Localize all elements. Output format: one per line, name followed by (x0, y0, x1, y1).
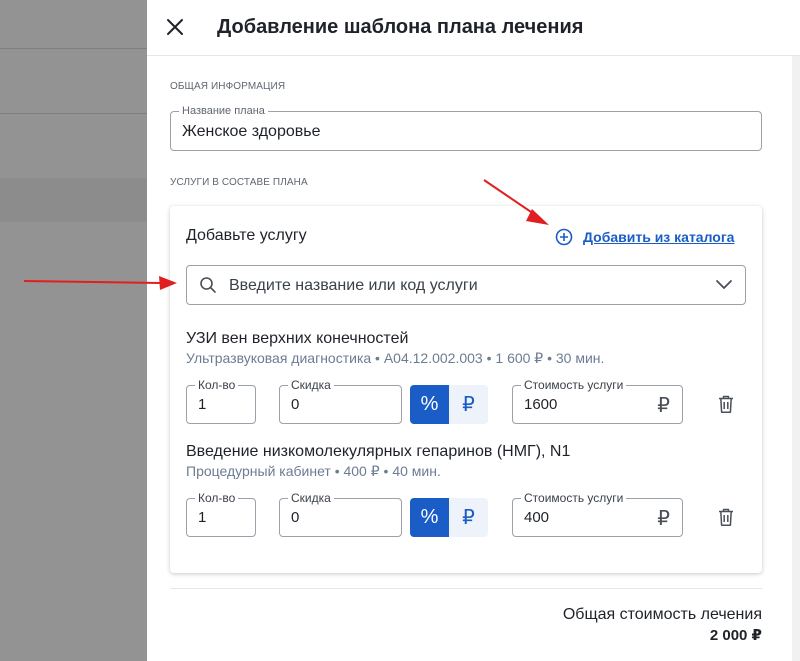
services-card: Добавьте услугу Добавить из каталога Вве… (170, 206, 762, 573)
service-search-input[interactable]: Введите название или код услуги (186, 265, 746, 305)
quantity-value[interactable]: 1 (198, 396, 206, 413)
service-cost-label: Стоимость услуги (521, 378, 627, 392)
service-cost-value[interactable]: 400 (524, 509, 549, 526)
discount-type-toggle: % ₽ (410, 385, 488, 424)
plan-name-label: Название плана (179, 105, 268, 117)
search-icon (200, 277, 216, 293)
ruble-toggle-button[interactable]: ₽ (449, 385, 488, 424)
percent-toggle-button[interactable]: % (410, 498, 449, 537)
discount-type-toggle: % ₽ (410, 498, 488, 537)
total-cost-value: 2 000 ₽ (709, 627, 762, 644)
discount-field[interactable]: Скидка 0 (279, 491, 402, 537)
quantity-value[interactable]: 1 (198, 509, 206, 526)
service-meta: Ультразвуковая диагностика • A04.12.002.… (186, 350, 605, 366)
background-overlay[interactable] (0, 0, 147, 661)
trash-icon[interactable] (717, 507, 735, 527)
add-from-catalog-link[interactable]: Добавить из каталога (583, 229, 734, 245)
close-icon[interactable] (165, 17, 185, 37)
chevron-down-icon[interactable] (715, 279, 733, 291)
section-label-services: УСЛУГИ В СОСТАВЕ ПЛАНА (170, 177, 308, 188)
ruble-icon: ₽ (657, 395, 670, 417)
discount-label: Скидка (288, 491, 334, 505)
background-divider (0, 48, 147, 49)
service-cost-field[interactable]: Стоимость услуги 1600 ₽ (512, 378, 683, 424)
service-cost-value[interactable]: 1600 (524, 396, 557, 413)
service-name: Введение низкомолекулярных гепаринов (НМ… (186, 443, 571, 460)
plan-name-field[interactable]: Название плана Женское здоровье (170, 105, 762, 151)
background-divider (0, 113, 147, 114)
ruble-icon: ₽ (657, 508, 670, 530)
trash-icon[interactable] (717, 394, 735, 414)
quantity-label: Кол-во (195, 378, 239, 392)
discount-value[interactable]: 0 (291, 509, 299, 526)
discount-value[interactable]: 0 (291, 396, 299, 413)
section-label-general: ОБЩАЯ ИНФОРМАЦИЯ (170, 81, 286, 92)
quantity-field[interactable]: Кол-во 1 (186, 491, 256, 537)
total-cost-label: Общая стоимость лечения (562, 606, 762, 623)
service-name: УЗИ вен верхних конечностей (186, 330, 409, 347)
background-row (0, 178, 147, 222)
ruble-toggle-button[interactable]: ₽ (449, 498, 488, 537)
discount-label: Скидка (288, 378, 334, 392)
quantity-field[interactable]: Кол-во 1 (186, 378, 256, 424)
plan-name-value[interactable]: Женское здоровье (182, 123, 320, 141)
add-plan-template-drawer: Добавление шаблона плана лечения ОБЩАЯ И… (147, 0, 800, 661)
scrollbar[interactable] (792, 56, 800, 661)
discount-field[interactable]: Скидка 0 (279, 378, 402, 424)
footer-divider (170, 588, 762, 589)
search-placeholder: Введите название или код услуги (229, 277, 478, 294)
drawer-header: Добавление шаблона плана лечения (147, 0, 800, 56)
service-cost-label: Стоимость услуги (521, 491, 627, 505)
service-cost-field[interactable]: Стоимость услуги 400 ₽ (512, 491, 683, 537)
drawer-title: Добавление шаблона плана лечения (217, 16, 584, 38)
service-meta: Процедурный кабинет • 400 ₽ • 40 мин. (186, 463, 441, 479)
add-circle-icon (555, 228, 573, 246)
card-title: Добавьте услугу (186, 227, 307, 244)
percent-toggle-button[interactable]: % (410, 385, 449, 424)
quantity-label: Кол-во (195, 491, 239, 505)
